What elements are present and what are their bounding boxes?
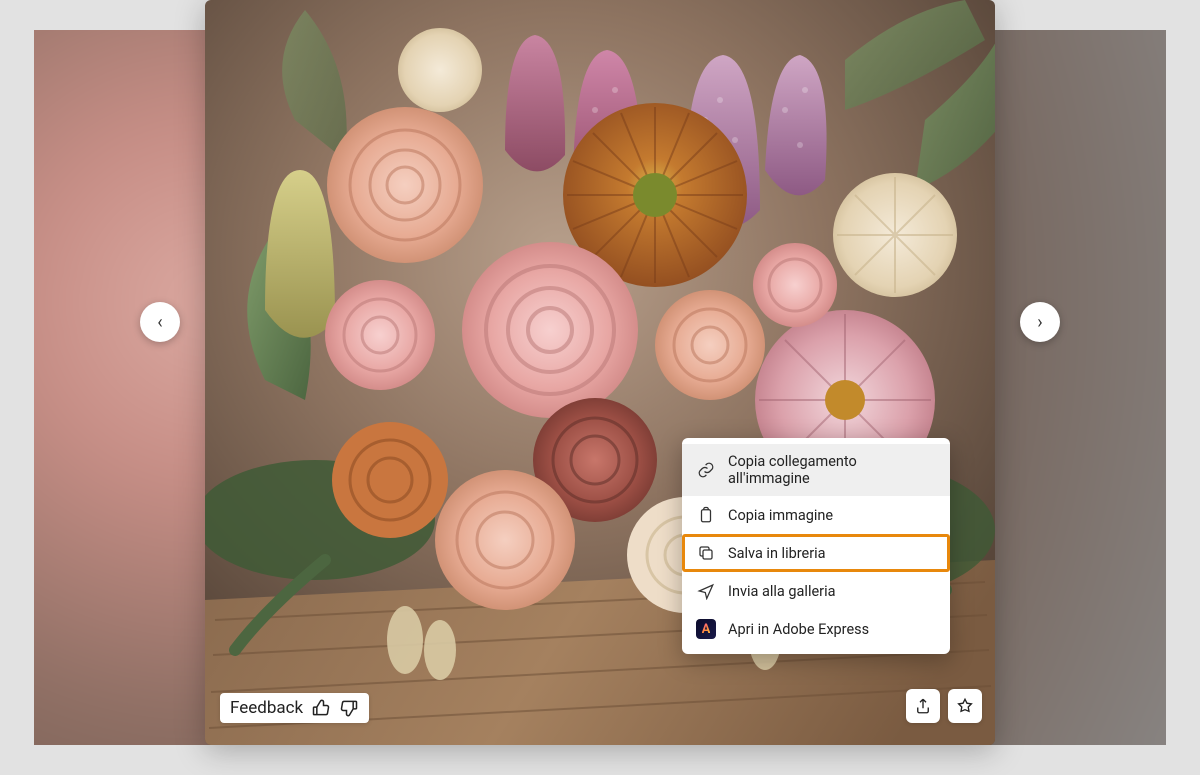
chevron-left-icon: ‹	[157, 312, 162, 333]
letterbox	[1166, 0, 1200, 775]
favorite-button[interactable]	[948, 689, 982, 723]
star-icon	[956, 697, 974, 715]
next-image-button[interactable]: ›	[1020, 302, 1060, 342]
previous-image-button[interactable]: ‹	[140, 302, 180, 342]
thumbs-down-button[interactable]	[339, 698, 359, 718]
menu-item-label: Invia alla galleria	[728, 583, 836, 600]
adobe-express-icon: A	[696, 619, 716, 639]
menu-item-save-library[interactable]: Salva in libreria	[682, 534, 950, 572]
library-icon	[696, 543, 716, 563]
send-icon	[696, 581, 716, 601]
thumbs-up-icon	[311, 698, 331, 718]
chevron-right-icon: ›	[1037, 312, 1042, 333]
image-action-chips	[906, 689, 982, 723]
menu-item-label: Copia immagine	[728, 507, 833, 524]
thumbs-down-icon	[339, 698, 359, 718]
menu-item-label: Salva in libreria	[728, 545, 826, 562]
image-context-menu: Copia collegamento all'immagine Copia im…	[682, 438, 950, 654]
menu-item-send-gallery[interactable]: Invia alla galleria	[682, 572, 950, 610]
thumbs-up-button[interactable]	[311, 698, 331, 718]
letterbox	[0, 0, 34, 775]
feedback-chip: Feedback	[220, 693, 369, 723]
share-button[interactable]	[906, 689, 940, 723]
clipboard-icon	[696, 505, 716, 525]
share-icon	[914, 697, 932, 715]
menu-item-label: Copia collegamento all'immagine	[728, 453, 936, 487]
menu-item-label: Apri in Adobe Express	[728, 621, 869, 638]
feedback-label: Feedback	[230, 698, 303, 718]
letterbox	[0, 745, 1200, 775]
menu-item-open-adobe-express[interactable]: A Apri in Adobe Express	[682, 610, 950, 648]
link-icon	[696, 460, 716, 480]
menu-item-copy-link[interactable]: Copia collegamento all'immagine	[682, 444, 950, 496]
menu-item-copy-image[interactable]: Copia immagine	[682, 496, 950, 534]
